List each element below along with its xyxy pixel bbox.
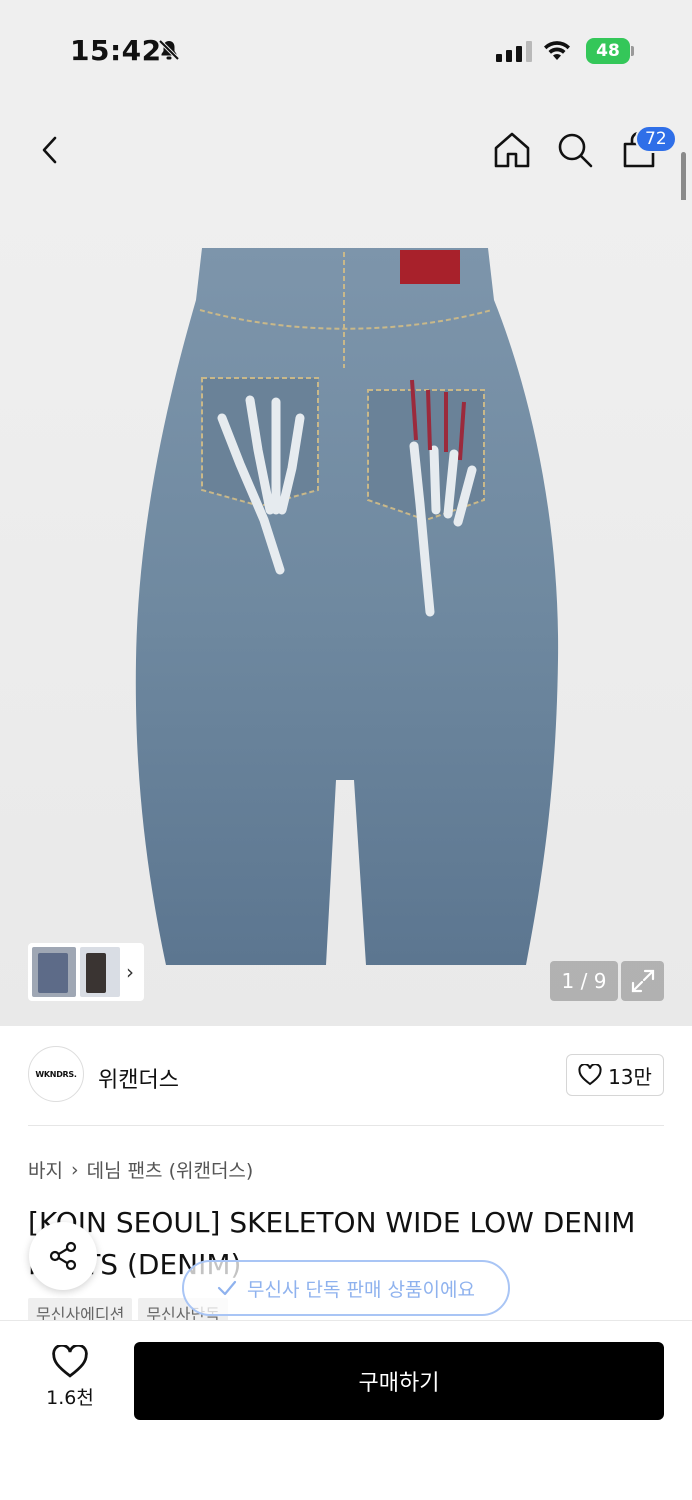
bell-slash-icon [157, 38, 181, 66]
expand-button[interactable] [621, 961, 664, 1001]
cart-count-badge: 72 [635, 125, 677, 153]
search-icon [558, 133, 593, 168]
product-image-carousel[interactable]: › 1 / 9 [0, 200, 692, 1026]
status-time: 15:42 [70, 34, 162, 67]
check-icon [217, 1280, 237, 1296]
back-button[interactable] [28, 128, 72, 172]
brand-row: WKNDRS. 위캔더스 13만 [0, 1026, 692, 1126]
chevron-right-icon: › [70, 1158, 79, 1181]
brand-like-button[interactable]: 13만 [566, 1054, 664, 1096]
cellular-signal-icon [496, 40, 532, 62]
chevron-right-icon[interactable]: › [126, 960, 134, 984]
buy-button[interactable]: 구매하기 [134, 1342, 664, 1420]
image-counter: 1 / 9 [550, 961, 618, 1001]
heart-icon [52, 1345, 88, 1378]
thumbnail-strip[interactable]: › [28, 943, 144, 1001]
expand-icon [631, 969, 654, 993]
bottom-action-bar: 1.6천 구매하기 [0, 1320, 692, 1500]
search-button[interactable] [553, 128, 597, 172]
wishlist-button[interactable]: 1.6천 [30, 1345, 110, 1415]
divider [28, 1125, 664, 1126]
toast-text: 무신사 단독 판매 상품이에요 [247, 1278, 475, 1301]
exclusive-toast: 무신사 단독 판매 상품이에요 [182, 1260, 510, 1316]
status-bar: 15:42 48 [0, 0, 692, 100]
breadcrumb: 바지 › 데님 팬츠 (위캔더스) [28, 1156, 253, 1183]
brand-name[interactable]: 위캔더스 [98, 1062, 179, 1094]
home-button[interactable] [490, 128, 534, 172]
breadcrumb-subcategory[interactable]: 데님 팬츠 (위캔더스) [87, 1156, 254, 1183]
thumbnail[interactable] [80, 947, 120, 997]
wishlist-count: 1.6천 [46, 1387, 94, 1409]
back-icon [42, 136, 57, 164]
brand-logo[interactable]: WKNDRS. [28, 1046, 84, 1102]
heart-icon [578, 1064, 602, 1086]
top-nav [0, 100, 692, 200]
brand-like-count: 13만 [608, 1064, 652, 1089]
share-button[interactable] [29, 1222, 97, 1290]
home-icon [494, 132, 530, 168]
battery-level: 48 [586, 38, 630, 64]
wifi-icon [541, 38, 573, 68]
share-icon [49, 1241, 77, 1271]
product-image [135, 248, 559, 965]
breadcrumb-category[interactable]: 바지 [28, 1156, 63, 1183]
thumbnail-selected[interactable] [32, 947, 76, 997]
battery-icon: 48 [586, 38, 634, 64]
